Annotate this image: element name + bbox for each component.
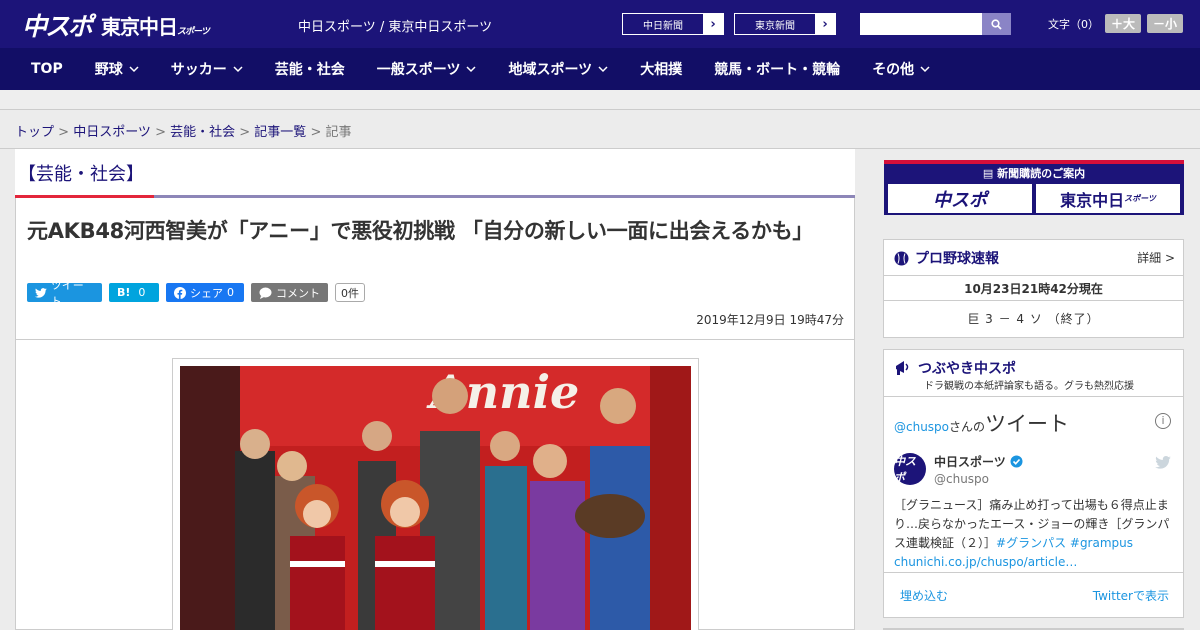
article-photo-frame: Annie xyxy=(172,358,699,630)
search-icon xyxy=(991,18,1002,30)
search-input[interactable] xyxy=(860,13,982,35)
subscription-banner[interactable]: ▤ 新聞購読のご案内 中スポ 東京中日 スポーツ xyxy=(884,160,1184,215)
nav-item-sumo[interactable]: 大相撲 xyxy=(640,59,682,79)
twitter-bird-icon[interactable] xyxy=(1155,456,1171,469)
baseball-update-time: 10月23日21時42分現在 xyxy=(964,282,1103,296)
twitter-account-link[interactable]: @chuspo xyxy=(894,420,949,434)
facebook-icon xyxy=(174,286,186,299)
font-bigger-button[interactable]: ＋大 xyxy=(1105,14,1142,33)
font-size-control: 文字（0） ＋大 －小 xyxy=(1048,14,1184,33)
tweets-header: つぶやき中スポ xyxy=(894,358,1016,378)
tweet-author-name: 中日スポーツ xyxy=(934,455,1006,469)
nav-item-racing[interactable]: 競馬・ボート・競輪 xyxy=(714,59,840,79)
nav-item-entertainment[interactable]: 芸能・社会 xyxy=(275,59,345,79)
subscription-title: ▤ 新聞購読のご案内 xyxy=(982,167,1086,180)
breadcrumb-current: 記事 xyxy=(325,125,352,140)
chevron-down-icon xyxy=(598,66,608,73)
baseball-score-widget: プロ野球速報 詳細 > 10月23日21時42分現在 巨 3 － 4 ソ （終了… xyxy=(883,239,1184,338)
comment-button[interactable]: コメント xyxy=(251,283,328,302)
nav-item-other[interactable]: その他 xyxy=(872,59,930,79)
header-stripe xyxy=(0,90,1200,110)
tweets-heading: @chuspoさんのツイート xyxy=(894,412,1070,436)
embed-link[interactable]: 埋め込む xyxy=(900,587,948,604)
breadcrumb-entertainment[interactable]: 芸能・社会 xyxy=(170,125,235,140)
speech-bubble-icon xyxy=(259,287,272,299)
category-header: 【芸能・社会】 xyxy=(15,149,855,198)
category-title: 【芸能・社会】 xyxy=(18,164,144,185)
chevron-down-icon xyxy=(129,66,139,73)
divider xyxy=(16,339,854,340)
site-logo[interactable]: 中スポ 東京中日スポーツ xyxy=(22,7,210,43)
tweet-text: ［グラニュース］痛み止め打って出場も６得点止まり…戻らなかったエース・ジョーの輝… xyxy=(894,498,1170,569)
chuspo-subscribe-button[interactable]: 中スポ xyxy=(888,184,1032,213)
breadcrumb-top[interactable]: トップ xyxy=(15,125,54,140)
twitter-bird-icon xyxy=(35,287,47,298)
tweet-hashtags[interactable]: #グランパス #grampus xyxy=(996,536,1133,550)
megaphone-icon xyxy=(896,361,909,375)
font-size-label: 文字（0） xyxy=(1048,17,1099,31)
baseball-icon xyxy=(894,251,909,265)
baseball-detail-link[interactable]: 詳細 > xyxy=(1137,249,1175,266)
verified-badge-icon xyxy=(1010,455,1023,468)
search-box xyxy=(860,13,1011,35)
baseball-score[interactable]: 巨 3 － 4 ソ （終了） xyxy=(884,310,1183,327)
twitter-widget: つぶやき中スポ ドラ観戦の本紙評論家も語る。グラも熱烈応援 @chuspoさんの… xyxy=(883,349,1184,618)
hatena-icon: B! xyxy=(117,286,131,299)
newspaper-icon: ▤ xyxy=(982,167,998,180)
comment-count: 0件 xyxy=(335,283,365,302)
tokyo-chunichi-subscribe-button[interactable]: 東京中日 スポーツ xyxy=(1036,184,1180,213)
tweet-author-handle: @chuspo xyxy=(934,472,990,486)
chunichi-shimbun-button[interactable]: 中日新聞 › xyxy=(622,13,724,35)
article-date: 2019年12月9日 19時47分 xyxy=(696,313,844,327)
tweet-link[interactable]: chunichi.co.jp/chuspo/article… xyxy=(894,555,1077,569)
article: 元AKB48河西智美が「アニー」で悪役初挑戦 「自分の新しい一面に出会えるかも」… xyxy=(15,198,855,630)
baseball-header: プロ野球速報 xyxy=(894,248,999,268)
photo-illustration: Annie xyxy=(180,366,691,630)
info-icon[interactable]: i xyxy=(1155,413,1171,429)
font-smaller-button[interactable]: －小 xyxy=(1147,14,1184,33)
nav-item-regional-sports[interactable]: 地域スポーツ xyxy=(508,59,608,79)
chevron-right-icon: › xyxy=(703,14,723,34)
article-photo[interactable]: Annie xyxy=(180,366,691,630)
nav-item-top[interactable]: TOP xyxy=(31,61,63,77)
chevron-down-icon xyxy=(920,66,930,73)
chevron-down-icon xyxy=(466,66,476,73)
site-header: 中スポ 東京中日スポーツ 中日スポーツ / 東京中日スポーツ 中日新聞 › 東京… xyxy=(0,0,1200,48)
nav-item-general-sports[interactable]: 一般スポーツ xyxy=(377,59,477,79)
avatar: 中スポ xyxy=(894,453,926,485)
tokyo-shimbun-button[interactable]: 東京新聞 › xyxy=(734,13,836,35)
logo-chuspo: 中スポ xyxy=(22,12,93,41)
main-nav: TOP 野球 サッカー 芸能・社会 一般スポーツ 地域スポーツ 大相撲 競馬・ボ… xyxy=(0,48,1200,90)
tweets-subtitle: ドラ観戦の本紙評論家も語る。グラも熱烈応援 xyxy=(924,381,1134,392)
tweet-author[interactable]: 中スポ 中日スポーツ @chuspo xyxy=(894,453,1023,486)
breadcrumb: トップ > 中日スポーツ > 芸能・社会 > 記事一覧 > 記事 xyxy=(0,111,1200,149)
hatena-bookmark-button[interactable]: B! 0 xyxy=(109,283,159,302)
logo-tokyo-chunichi: 東京中日スポーツ xyxy=(101,14,210,39)
main-content: 【芸能・社会】 元AKB48河西智美が「アニー」で悪役初挑戦 「自分の新しい一面… xyxy=(15,149,855,630)
breadcrumb-chunichi-sports[interactable]: 中日スポーツ xyxy=(73,125,151,140)
facebook-share-button[interactable]: シェア 0 xyxy=(166,283,244,302)
share-bar: ツイート B! 0 シェア 0 コメント 0件 xyxy=(27,279,365,308)
article-headline: 元AKB48河西智美が「アニー」で悪役初挑戦 「自分の新しい一面に出会えるかも」 xyxy=(27,219,814,243)
tweet-button[interactable]: ツイート xyxy=(27,279,102,308)
nav-item-soccer[interactable]: サッカー xyxy=(171,59,243,79)
breadcrumb-article-list[interactable]: 記事一覧 xyxy=(254,125,306,140)
site-links[interactable]: 中日スポーツ / 東京中日スポーツ xyxy=(298,16,492,35)
chevron-down-icon xyxy=(233,66,243,73)
nav-item-baseball[interactable]: 野球 xyxy=(95,59,139,79)
view-on-twitter-link[interactable]: Twitterで表示 xyxy=(1093,587,1169,604)
chevron-right-icon: › xyxy=(815,14,835,34)
search-button[interactable] xyxy=(982,13,1011,35)
